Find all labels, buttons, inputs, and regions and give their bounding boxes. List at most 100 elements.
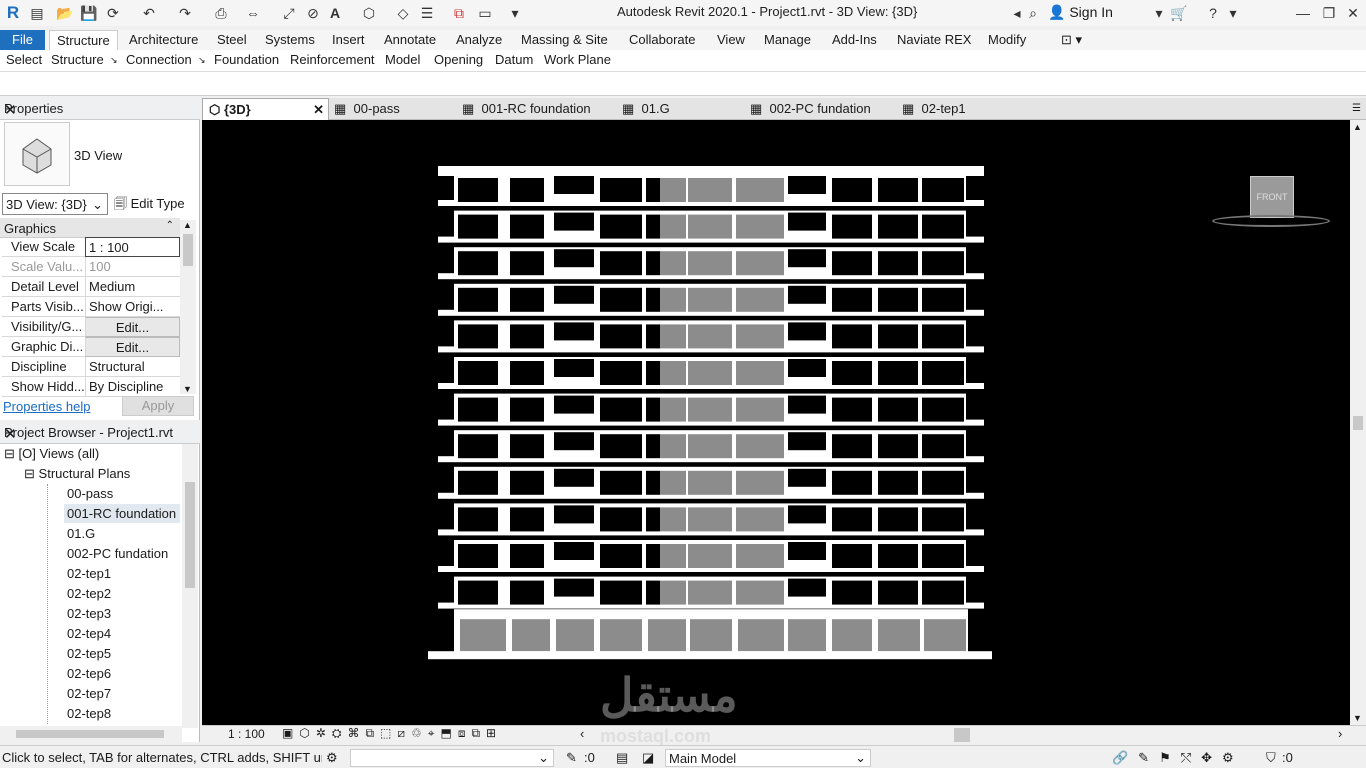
browser-item[interactable]: 02-tep2 (67, 586, 111, 601)
tab-steel[interactable]: Steel (210, 30, 254, 50)
panel-connection[interactable]: Connection (126, 52, 192, 67)
tag-icon[interactable]: ⊘ (304, 4, 322, 22)
3d-viewport[interactable]: FRONT مستقل (202, 120, 1350, 725)
redo-icon[interactable]: ↷ (176, 4, 194, 22)
tab-systems[interactable]: Systems (258, 30, 322, 50)
structural-plans-node[interactable]: ⊟ Structural Plans (24, 466, 130, 482)
hscroll-right-icon[interactable]: › (1338, 726, 1342, 741)
design-options-icon[interactable]: ▤ (616, 750, 628, 766)
exclude-options-icon[interactable]: ◪ (642, 750, 654, 766)
tab-massing-site[interactable]: Massing & Site (514, 30, 615, 50)
browser-item[interactable]: 02-tep4 (67, 626, 111, 641)
scroll-down-icon[interactable]: ▼ (183, 384, 192, 394)
tabs-overflow-icon[interactable]: ☰ (1352, 98, 1361, 120)
browser-item-selected[interactable]: 001-RC foundation (64, 504, 180, 523)
prop-value[interactable]: Structural (85, 357, 180, 377)
filter-icon[interactable]: ⛉ (1266, 750, 1276, 766)
panel-opening[interactable]: Opening (434, 52, 483, 67)
apply-button[interactable]: Apply (122, 396, 194, 416)
prop-value[interactable]: Medium (85, 277, 180, 297)
panel-connection-expander-icon[interactable]: ↘ (198, 55, 206, 66)
switch-windows-icon[interactable]: ▭ (476, 4, 494, 22)
view-type-selector[interactable]: 3D View: {3D} ⌄ (2, 193, 108, 215)
tab-view[interactable]: ▦ 002-PC fundation (750, 98, 871, 120)
graphics-group-header[interactable]: Graphics ⌃ (0, 218, 180, 238)
properties-close-icon[interactable]: ✕ (4, 101, 194, 119)
tab-view[interactable]: ▦ 00-pass (334, 98, 400, 120)
selection-filter-icons[interactable]: 🔗✎⚑⤲✥⚙ (1112, 750, 1244, 766)
properties-scrollbar[interactable]: ▲ ▼ (180, 220, 196, 394)
tab-add-ins[interactable]: Add-Ins (825, 30, 884, 50)
hscroll-left-icon[interactable]: ‹ (580, 726, 584, 741)
sign-in-button[interactable]: 👤 Sign In (1048, 4, 1113, 21)
tab-close-icon[interactable]: ✕ (313, 99, 324, 120)
panel-work-plane[interactable]: Work Plane (544, 52, 611, 67)
browser-item[interactable]: 02-tep7 (67, 686, 111, 701)
section-icon[interactable]: ◇ (394, 4, 412, 22)
customize-toolbar-icon[interactable]: ▾ (506, 4, 524, 22)
browser-close-icon[interactable]: ✕ (4, 425, 194, 443)
workset-dropdown[interactable]: ⌄ (350, 749, 554, 767)
thin-lines-icon[interactable]: ☰ (418, 4, 436, 22)
panel-datum[interactable]: Datum (495, 52, 533, 67)
browser-item[interactable]: 02-tep6 (67, 666, 111, 681)
open-icon[interactable]: 📂 (56, 4, 74, 22)
panel-structure-expander-icon[interactable]: ↘ (110, 55, 118, 66)
tab-view[interactable]: ▦ 01.G (622, 98, 670, 120)
tab-3d-view[interactable]: ⬡ {3D} ✕ (202, 98, 329, 120)
sign-in-dropdown-icon[interactable]: ▾ (1150, 4, 1168, 22)
tab-naviate-rex[interactable]: Naviate REX (890, 30, 978, 50)
browser-item[interactable]: 01.G (67, 526, 95, 541)
browser-item[interactable]: 02-tep8 (67, 706, 111, 721)
graphic-display-edit-button[interactable]: Edit... (85, 337, 180, 357)
model-dropdown[interactable]: Main Model ⌄ (665, 749, 871, 767)
tab-insert[interactable]: Insert (325, 30, 372, 50)
visibility-edit-button[interactable]: Edit... (85, 317, 180, 337)
view-scale-input[interactable]: 1 : 100 (85, 237, 180, 257)
panel-structure[interactable]: Structure (51, 52, 104, 67)
binoculars-icon[interactable]: ⌕ (1024, 4, 1042, 22)
sync-icon[interactable]: ⟳ (104, 4, 122, 22)
text-icon[interactable]: A (326, 4, 344, 22)
building-elevation[interactable] (202, 120, 1350, 725)
browser-item[interactable]: 02-tep5 (67, 646, 111, 661)
cart-icon[interactable]: 🛒 (1170, 4, 1188, 22)
help-icon[interactable]: ? (1204, 4, 1222, 22)
panel-reinforcement[interactable]: Reinforcement (290, 52, 375, 67)
close-hidden-windows-icon[interactable]: ⧉ (450, 4, 468, 22)
help-dropdown-icon[interactable]: ▾ (1224, 4, 1242, 22)
measure-icon[interactable]: ⇔ (244, 4, 262, 22)
editing-requests-icon[interactable]: ✎ (566, 750, 577, 766)
edit-type-button[interactable]: 🗐 Edit Type (114, 195, 185, 217)
restore-icon[interactable]: ❐ (1320, 4, 1338, 22)
browser-vscrollbar[interactable] (182, 444, 198, 728)
application-menu-icon[interactable]: ▤ (28, 4, 46, 22)
revit-logo-icon[interactable]: R (4, 4, 22, 22)
tab-architecture[interactable]: Architecture (122, 30, 205, 50)
tab-collaborate[interactable]: Collaborate (622, 30, 703, 50)
ribbon-display-toggle-icon[interactable]: ⊡ ▾ (1054, 30, 1089, 50)
panel-foundation[interactable]: Foundation (214, 52, 279, 67)
tab-view[interactable]: View (710, 30, 752, 50)
close-icon[interactable]: ✕ (1344, 4, 1362, 22)
panel-model[interactable]: Model (385, 52, 420, 67)
print-icon[interactable]: ⎙ (212, 4, 230, 22)
collapse-icon[interactable]: ⊟ (24, 466, 35, 481)
undo-icon[interactable]: ↶ (140, 4, 158, 22)
default-3d-view-icon[interactable]: ⬡ (360, 4, 378, 22)
panel-select[interactable]: Select (6, 52, 42, 67)
browser-hscrollbar[interactable] (0, 726, 182, 742)
views-node[interactable]: ⊟ [O] Views (all) (4, 446, 99, 462)
browser-item[interactable]: 02-tep1 (67, 566, 111, 581)
collapse-icon[interactable]: ⊟ (4, 446, 15, 461)
prop-value[interactable]: By Discipline (85, 377, 180, 397)
tab-structure[interactable]: Structure (49, 30, 118, 50)
scroll-down-icon[interactable]: ▼ (1353, 713, 1362, 723)
tab-manage[interactable]: Manage (757, 30, 818, 50)
view-control-icons[interactable]: ▣⬡✲⛭⌘⧉⬚⧄♲⌖⬒⧈⧉⊞ (282, 726, 502, 741)
worksharing-icon[interactable]: ⚙ (326, 750, 338, 766)
tab-analyze[interactable]: Analyze (449, 30, 509, 50)
prop-value[interactable]: Show Origi... (85, 297, 180, 317)
viewport-hscroll-thumb[interactable] (954, 728, 970, 742)
tab-annotate[interactable]: Annotate (377, 30, 443, 50)
